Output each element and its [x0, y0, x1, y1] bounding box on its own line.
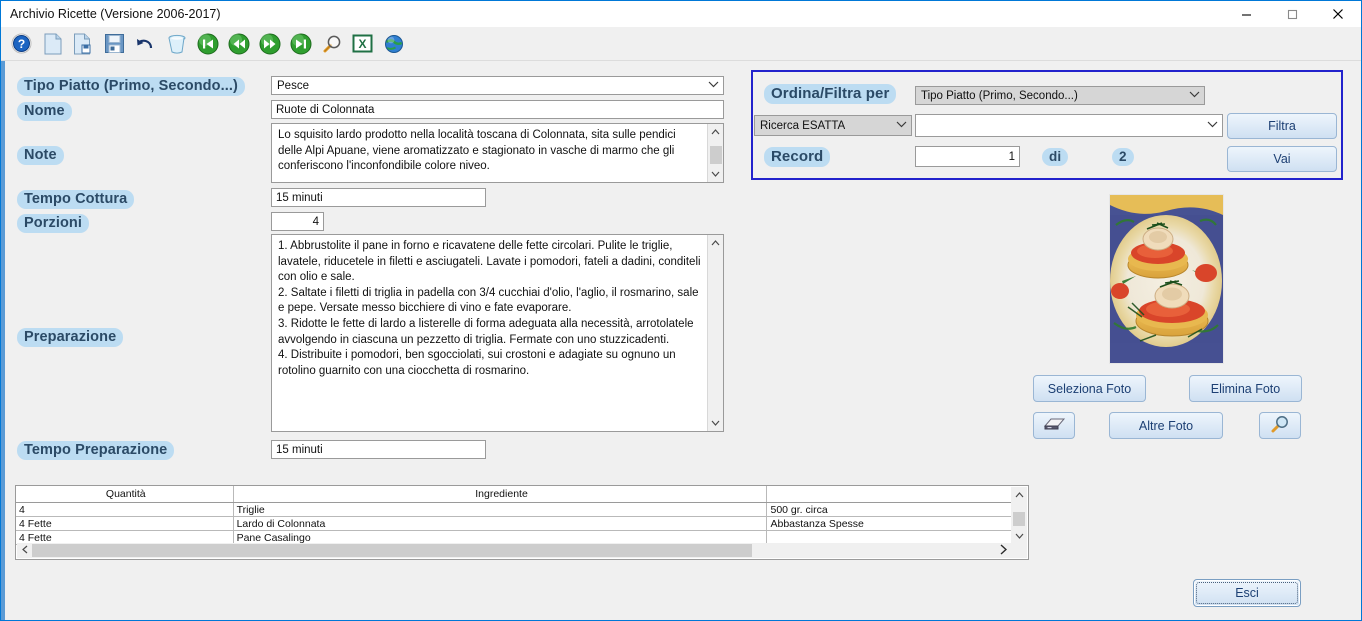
note-textarea[interactable]: Lo squisito lardo prodotto nella localit…	[271, 123, 724, 183]
zoom-photo-button[interactable]	[1259, 412, 1301, 439]
delete-trash-icon[interactable]	[161, 29, 192, 59]
window-controls	[1223, 1, 1361, 27]
close-button[interactable]	[1315, 1, 1361, 27]
table-horizontal-scrollbar[interactable]	[17, 543, 1011, 558]
search-mode-combo[interactable]: Ricerca ESATTA	[754, 115, 912, 136]
record-current-input[interactable]	[915, 146, 1020, 167]
record-of-label: di	[1042, 148, 1069, 166]
chevron-down-icon	[1202, 120, 1222, 131]
scanner-icon	[1042, 416, 1066, 435]
chevron-down-icon	[891, 120, 911, 131]
search-mode-value: Ricerca ESATTA	[760, 119, 846, 132]
excel-export-icon[interactable]: X	[347, 29, 378, 59]
recipe-photo[interactable]	[1109, 194, 1224, 364]
note-scrollbar[interactable]	[707, 124, 723, 182]
column-header-note[interactable]	[767, 486, 1011, 502]
title-bar: Archivio Ricette (Versione 2006-2017)	[1, 1, 1361, 27]
filtra-button[interactable]: Filtra	[1227, 113, 1337, 139]
recipe-photo-image	[1110, 195, 1223, 363]
porzioni-input[interactable]	[271, 212, 324, 231]
search-magnifier-icon[interactable]	[316, 29, 347, 59]
label-porzioni: Porzioni	[17, 214, 89, 233]
table-scroll-corner	[1011, 543, 1027, 558]
toolbar: ? X	[1, 27, 1361, 61]
preparazione-text: 1. Abbrustolite il pane in forno e ricav…	[272, 235, 707, 431]
maximize-button[interactable]	[1269, 1, 1315, 27]
magnifier-icon	[1270, 414, 1290, 437]
web-globe-icon[interactable]	[378, 29, 409, 59]
undo-icon[interactable]	[130, 29, 161, 59]
previous-record-icon[interactable]	[223, 29, 254, 59]
last-record-icon[interactable]	[285, 29, 316, 59]
esci-button-label: Esci	[1235, 586, 1259, 600]
vai-button[interactable]: Vai	[1227, 146, 1337, 172]
table-row[interactable]: 4 Triglie 500 gr. circa	[16, 503, 1011, 517]
cell-ingrediente[interactable]: Triglie	[234, 503, 768, 516]
scroll-down-icon[interactable]	[708, 415, 724, 431]
scroll-down-icon[interactable]	[708, 166, 724, 182]
elimina-foto-button[interactable]: Elimina Foto	[1189, 375, 1302, 402]
save-icon[interactable]	[99, 29, 130, 59]
cell-note[interactable]: Abbastanza Spesse	[767, 517, 1011, 530]
sort-field-value: Tipo Piatto (Primo, Secondo...)	[921, 89, 1078, 102]
application-window: Archivio Ricette (Versione 2006-2017) ?	[0, 0, 1362, 621]
seleziona-foto-button[interactable]: Seleziona Foto	[1033, 375, 1146, 402]
table-header-row: Quantità Ingrediente	[16, 486, 1011, 503]
scroll-right-icon[interactable]	[996, 543, 1011, 558]
scroll-up-icon[interactable]	[708, 235, 724, 251]
note-scroll-thumb[interactable]	[709, 146, 722, 164]
scanner-button[interactable]	[1033, 412, 1075, 439]
window-title: Archivio Ricette (Versione 2006-2017)	[10, 7, 221, 21]
svg-text:X: X	[358, 37, 366, 51]
chevron-down-icon	[1184, 90, 1204, 101]
sort-field-combo[interactable]: Tipo Piatto (Primo, Secondo...)	[915, 86, 1205, 105]
scroll-up-icon[interactable]	[1011, 487, 1027, 503]
table-row[interactable]: 4 Fette Lardo di Colonnata Abbastanza Sp…	[16, 517, 1011, 531]
cell-quantita[interactable]: 4	[16, 503, 234, 516]
chevron-down-icon	[703, 80, 723, 91]
search-value-combo[interactable]	[915, 114, 1223, 137]
label-record: Record	[764, 147, 831, 167]
scroll-down-icon[interactable]	[1011, 528, 1027, 544]
label-tempo-preparazione: Tempo Preparazione	[17, 441, 175, 460]
label-nome: Nome	[17, 102, 72, 121]
preparazione-textarea[interactable]: 1. Abbrustolite il pane in forno e ricav…	[271, 234, 724, 432]
new-document-icon[interactable]	[37, 29, 68, 59]
altre-foto-button[interactable]: Altre Foto	[1109, 412, 1223, 439]
table-hscroll-thumb[interactable]	[32, 544, 752, 557]
esci-button[interactable]: Esci	[1193, 579, 1301, 607]
tempo-preparazione-input[interactable]	[271, 440, 486, 459]
column-header-ingrediente[interactable]: Ingrediente	[234, 486, 768, 502]
record-total-label: 2	[1112, 148, 1134, 166]
scroll-left-icon[interactable]	[17, 545, 32, 557]
label-preparazione: Preparazione	[17, 328, 124, 347]
nome-input[interactable]	[271, 100, 724, 119]
next-record-icon[interactable]	[254, 29, 285, 59]
cell-quantita[interactable]: 4 Fette	[16, 517, 234, 530]
first-record-icon[interactable]	[192, 29, 223, 59]
column-header-quantita[interactable]: Quantità	[16, 486, 234, 502]
save-as-icon[interactable]	[68, 29, 99, 59]
label-tempo-cottura: Tempo Cottura	[17, 190, 135, 209]
minimize-button[interactable]	[1223, 1, 1269, 27]
table-scroll-thumb[interactable]	[1013, 512, 1025, 526]
label-tipo-piatto: Tipo Piatto (Primo, Secondo...)	[17, 77, 245, 96]
tempo-cottura-input[interactable]	[271, 188, 486, 207]
filter-panel-title: Ordina/Filtra per	[764, 84, 897, 104]
left-accent-strip	[1, 61, 5, 620]
help-icon[interactable]: ?	[6, 29, 37, 59]
tipo-piatto-combo[interactable]: Pesce	[271, 76, 724, 95]
scroll-up-icon[interactable]	[708, 124, 724, 140]
label-note: Note	[17, 146, 64, 165]
preparazione-scrollbar[interactable]	[707, 235, 723, 431]
cell-note[interactable]: 500 gr. circa	[767, 503, 1011, 516]
svg-text:?: ?	[18, 37, 25, 51]
filter-panel: Ordina/Filtra per Tipo Piatto (Primo, Se…	[751, 70, 1343, 180]
cell-ingrediente[interactable]: Lardo di Colonnata	[234, 517, 768, 530]
tipo-piatto-value: Pesce	[277, 79, 309, 92]
note-text: Lo squisito lardo prodotto nella localit…	[272, 124, 707, 182]
table-vertical-scrollbar[interactable]	[1011, 487, 1027, 544]
ingredients-table[interactable]: Quantità Ingrediente 4 Triglie 500 gr. c…	[15, 485, 1029, 560]
